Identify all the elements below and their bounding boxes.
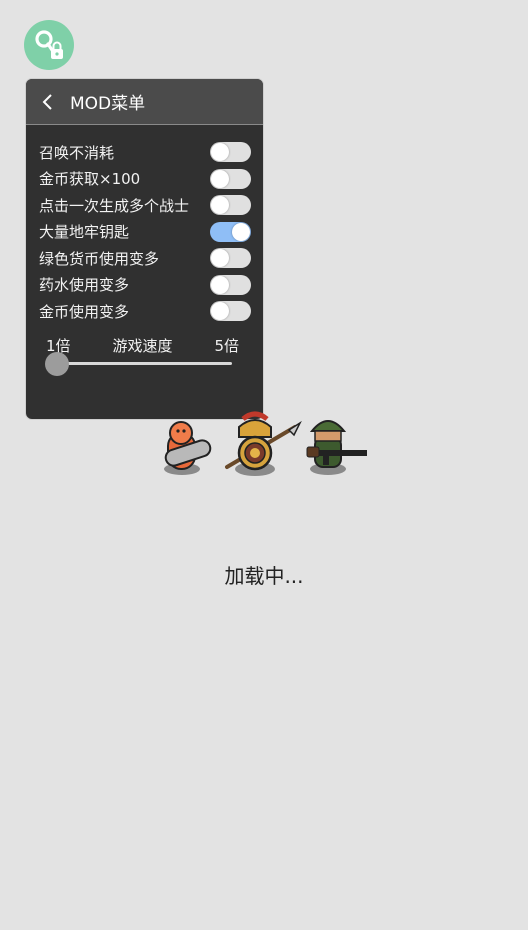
- option-toggle[interactable]: [210, 274, 251, 295]
- option-row: 金币获取×100: [26, 166, 263, 193]
- back-button[interactable]: [26, 79, 70, 124]
- key-lock-icon: [35, 30, 63, 59]
- menu-header: MOD菜单: [26, 79, 263, 125]
- option-list: 召唤不消耗 金币获取×100 点击一次生成多个战士 大量地牢钥匙 绿色货币使用变…: [26, 125, 263, 325]
- club-warrior-sprite: [164, 421, 212, 475]
- option-toggle[interactable]: [210, 221, 251, 242]
- toggle-knob: [211, 196, 229, 215]
- toggle-knob: [211, 275, 229, 294]
- option-row: 金币使用变多: [26, 298, 263, 325]
- spartan-sprite: [225, 411, 302, 476]
- toggle-knob: [211, 302, 229, 321]
- option-row: 召唤不消耗: [26, 139, 263, 166]
- game-speed-control: 1倍 游戏速度 5倍: [26, 335, 263, 395]
- option-label: 召唤不消耗: [39, 143, 115, 162]
- speed-title: 游戏速度: [112, 336, 173, 355]
- option-row: 大量地牢钥匙: [26, 219, 263, 246]
- option-label: 大量地牢钥匙: [39, 223, 130, 242]
- menu-title: MOD菜单: [70, 94, 146, 114]
- toggle-knob: [232, 222, 250, 241]
- option-label: 绿色货币使用变多: [39, 249, 160, 268]
- soldier-sprite: [306, 420, 367, 475]
- option-row: 点击一次生成多个战士: [26, 192, 263, 219]
- mod-menu-button[interactable]: [24, 20, 74, 70]
- speed-slider-thumb[interactable]: [45, 351, 69, 376]
- option-row: 药水使用变多: [26, 272, 263, 299]
- option-toggle[interactable]: [210, 142, 251, 163]
- toggle-knob: [211, 169, 229, 188]
- option-toggle[interactable]: [210, 248, 251, 269]
- speed-slider-track[interactable]: [57, 361, 232, 365]
- mod-menu-panel: MOD菜单 召唤不消耗 金币获取×100 点击一次生成多个战士 大量地牢钥匙 绿…: [25, 78, 264, 420]
- toggle-knob: [211, 143, 229, 162]
- option-row: 绿色货币使用变多: [26, 245, 263, 272]
- loading-text: 加载中...: [224, 564, 304, 588]
- option-toggle[interactable]: [210, 195, 251, 216]
- option-label: 金币获取×100: [39, 170, 141, 189]
- option-toggle[interactable]: [210, 168, 251, 189]
- toggle-knob: [211, 249, 229, 268]
- option-label: 金币使用变多: [39, 302, 130, 321]
- option-label: 点击一次生成多个战士: [39, 196, 190, 215]
- character-group: [164, 411, 367, 476]
- option-label: 药水使用变多: [39, 276, 130, 295]
- speed-max-label: 5倍: [214, 336, 239, 355]
- option-toggle[interactable]: [210, 301, 251, 322]
- chevron-left-icon: [42, 93, 52, 110]
